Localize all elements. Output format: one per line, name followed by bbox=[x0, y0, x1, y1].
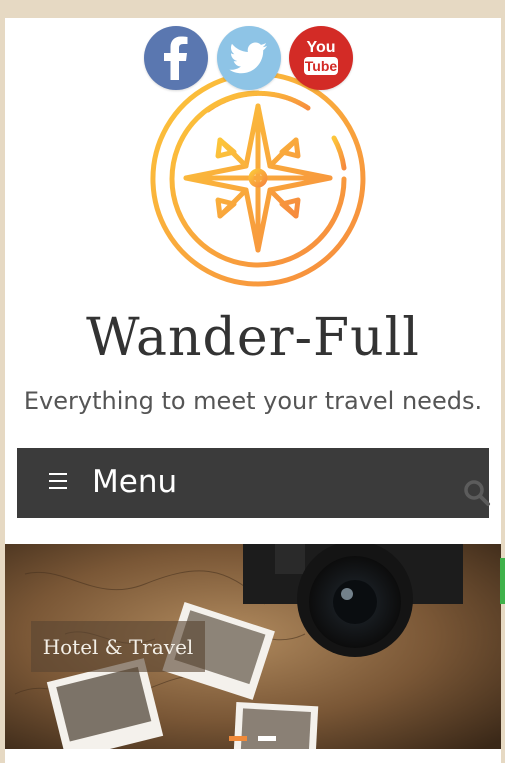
menu-toggle[interactable]: Menu bbox=[92, 460, 177, 504]
hamburger-menu-icon[interactable] bbox=[49, 473, 67, 489]
compass-icon bbox=[150, 71, 366, 287]
side-feedback-tab[interactable] bbox=[500, 558, 505, 604]
slider-dot-1[interactable] bbox=[229, 736, 247, 741]
hero-slider[interactable]: Hotel & Travel bbox=[5, 544, 501, 749]
site-title[interactable]: Wander-Full bbox=[5, 305, 501, 371]
site-tagline: Everything to meet your travel needs. bbox=[23, 387, 483, 415]
social-links: You Tube bbox=[144, 26, 354, 90]
search-icon[interactable] bbox=[463, 479, 491, 507]
slide-caption[interactable]: Hotel & Travel bbox=[31, 621, 205, 672]
facebook-icon bbox=[144, 26, 208, 90]
youtube-tube-text: Tube bbox=[305, 58, 338, 74]
slide-caption-text: Hotel & Travel bbox=[42, 634, 194, 659]
slider-dot-2[interactable] bbox=[258, 736, 276, 741]
youtube-button[interactable]: You Tube bbox=[289, 26, 353, 90]
youtube-icon: You Tube bbox=[289, 26, 353, 90]
facebook-button[interactable] bbox=[144, 26, 208, 90]
twitter-icon bbox=[217, 26, 281, 90]
twitter-button[interactable] bbox=[217, 26, 281, 90]
main-navigation: Menu bbox=[17, 448, 491, 518]
compass-logo[interactable] bbox=[148, 68, 368, 290]
youtube-you-text: You bbox=[306, 39, 335, 56]
